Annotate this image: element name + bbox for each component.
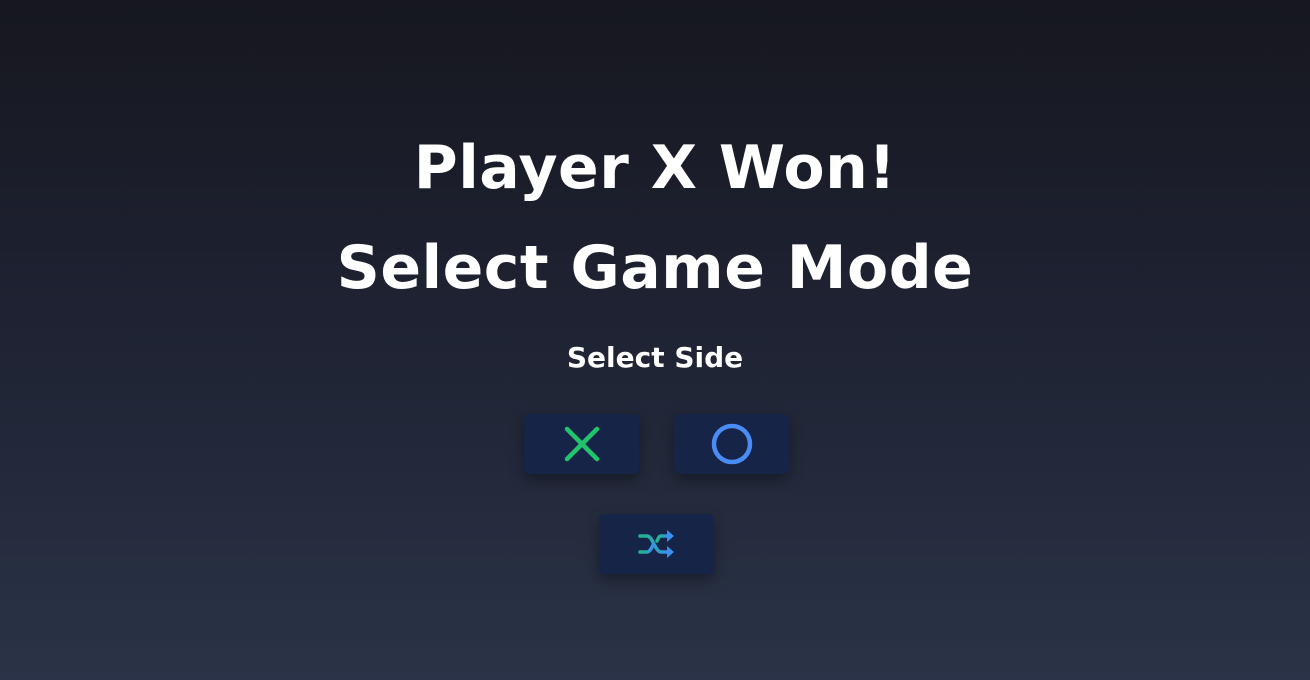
select-side-label: Select Side	[566, 341, 744, 374]
game-result-title: Player X Won!	[413, 133, 897, 203]
select-game-mode-title: Select Game Mode	[336, 233, 974, 303]
select-o-button[interactable]	[674, 414, 789, 474]
x-icon	[562, 424, 602, 464]
shuffle-icon	[637, 528, 676, 560]
select-random-side-button[interactable]	[599, 514, 714, 574]
select-x-button[interactable]	[524, 414, 639, 474]
circle-icon	[709, 421, 755, 467]
